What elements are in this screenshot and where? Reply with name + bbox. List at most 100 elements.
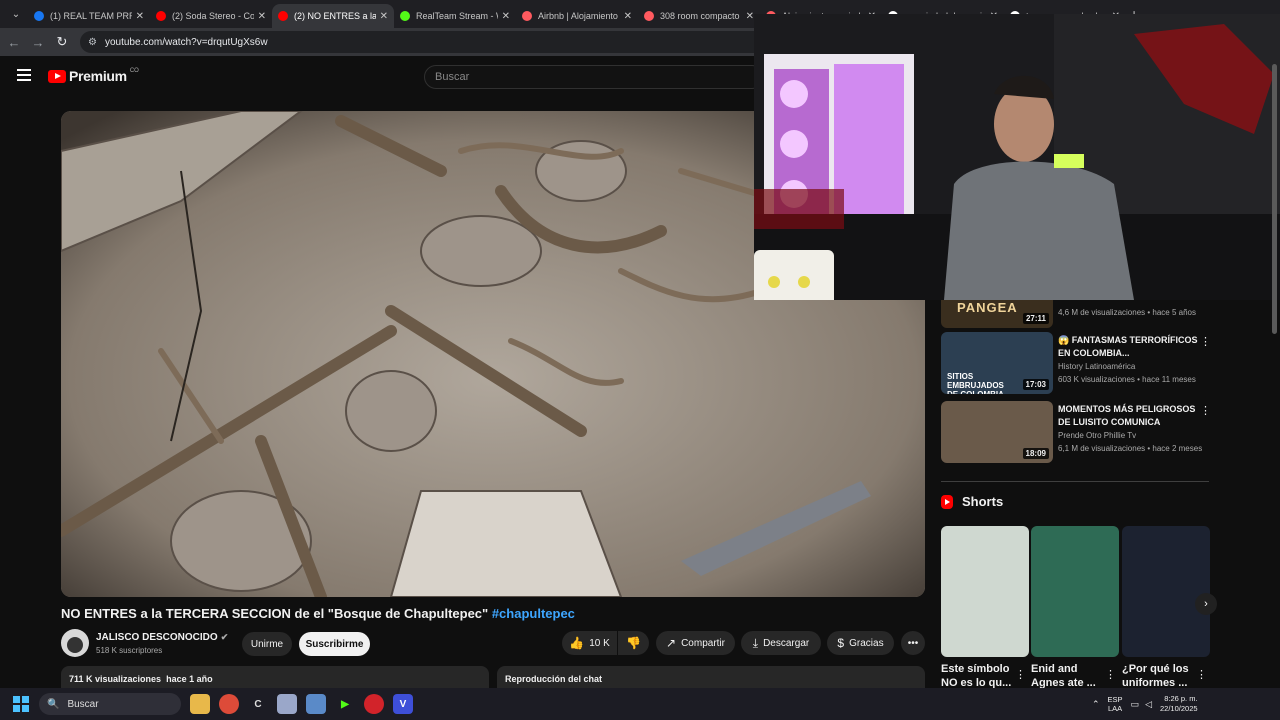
clock[interactable]: 8:26 p. m. 22/10/2025 <box>1160 694 1198 714</box>
url-text: youtube.com/watch?v=drqutUgXs6w <box>104 36 268 48</box>
show-hidden-icons-icon[interactable]: ⌃ <box>1092 699 1100 710</box>
browser-tab[interactable]: (2) Soda Stereo - Cor ✕ <box>150 4 272 28</box>
youtube-play-icon <box>48 69 66 83</box>
more-options-icon[interactable]: ⋮ <box>1200 404 1211 417</box>
tab-search-icon[interactable]: ⌄ <box>4 4 28 24</box>
tab-favicon-icon <box>156 11 166 21</box>
section-divider <box>941 481 1209 482</box>
recommended-meta: 603 K visualizaciones • hace 11 meses <box>1058 375 1196 384</box>
recommended-channel: History Latinoamérica <box>1058 362 1136 371</box>
recommended-title: MOMENTOS MÁS PELIGROSOS DE LUISITO COMUN… <box>1058 404 1196 427</box>
taskbar-search-label: Buscar <box>67 698 99 710</box>
channel-name[interactable]: JALISCO DESCONOCIDO ✔ <box>96 632 228 643</box>
tab-favicon-icon <box>644 11 654 21</box>
recommended-video[interactable]: SITIOS EMBRUJADOS DE COLOMBIA 17:03 😱 FANT… <box>941 332 1211 394</box>
short-more-options-icon[interactable]: ⋮ <box>1196 668 1207 681</box>
recommended-channel: Prende Otro Phillie Tv <box>1058 431 1137 440</box>
video-thumbnail[interactable]: SITIOS EMBRUJADOS DE COLOMBIA 17:03 <box>941 332 1053 394</box>
shorts-icon <box>941 494 953 509</box>
browser-tab[interactable]: Airbnb | Alojamiento ✕ <box>516 4 638 28</box>
video-duration: 18:09 <box>1022 448 1049 459</box>
browser-tab[interactable]: (2) NO ENTRES a la TE ✕ <box>272 4 394 28</box>
more-actions-button[interactable]: ••• <box>901 631 925 655</box>
join-label: Unirme <box>250 638 284 650</box>
scrollbar-thumb[interactable] <box>1272 64 1277 334</box>
recommended-meta: 4,6 M de visualizaciones • hace 5 años <box>1058 308 1196 317</box>
menu-icon[interactable] <box>17 69 31 81</box>
chrome-icon[interactable] <box>219 694 239 714</box>
tab-label: RealTeam Stream - W <box>416 11 498 21</box>
shorts-next-button[interactable]: › <box>1195 593 1217 615</box>
recommended-title: 😱 FANTASMAS TERRORÍFICOS EN COLOMBIA... <box>1058 335 1198 358</box>
back-icon[interactable]: ← <box>2 35 26 50</box>
short-thumbnail[interactable] <box>1122 526 1210 657</box>
system-tray: ⌃ ESP LAA ▭ ◁ 8:26 p. m. 22/10/2025 <box>1092 688 1198 720</box>
tab-close-icon[interactable]: ✕ <box>502 11 510 22</box>
download-icon: ⤓ <box>752 635 759 650</box>
app-c-icon[interactable]: C <box>248 694 268 714</box>
short-title[interactable]: Este símbolo NO es lo qu... <box>941 662 1017 690</box>
thanks-button[interactable]: $ Gracias <box>827 631 894 655</box>
app-window-icon[interactable] <box>277 694 297 714</box>
forward-icon[interactable]: → <box>26 35 50 50</box>
short-thumbnail[interactable] <box>1031 526 1119 657</box>
short-thumbnail[interactable] <box>941 526 1029 657</box>
volume-icon[interactable]: ◁ <box>1145 699 1152 710</box>
video-duration: 27:11 <box>1022 313 1049 324</box>
tab-favicon-icon <box>278 11 288 21</box>
search-input[interactable]: Buscar <box>424 65 764 89</box>
more-options-icon[interactable]: ⋮ <box>1200 335 1211 348</box>
tab-favicon-icon <box>34 11 44 21</box>
calculator-icon[interactable] <box>306 694 326 714</box>
tab-close-icon[interactable]: ✕ <box>258 11 266 22</box>
tab-close-icon[interactable]: ✕ <box>380 11 388 22</box>
page-scrollbar[interactable] <box>1271 56 1278 688</box>
tab-label: (1) REAL TEAM PRRAT <box>50 11 132 21</box>
join-button[interactable]: Unirme <box>242 632 292 656</box>
tab-label: Airbnb | Alojamiento <box>538 11 618 21</box>
share-button[interactable]: ↗ Compartir <box>656 631 735 655</box>
short-more-options-icon[interactable]: ⋮ <box>1105 668 1116 681</box>
browser-tab[interactable]: 308 room compacto ✕ <box>638 4 760 28</box>
recommended-video[interactable]: 18:09 MOMENTOS MÁS PELIGROSOS DE LUISITO … <box>941 401 1211 463</box>
browser-tab[interactable]: RealTeam Stream - W ✕ <box>394 4 516 28</box>
keyboard-layout: LAA <box>1107 704 1123 713</box>
video-thumbnail[interactable]: 18:09 <box>941 401 1053 463</box>
browser-tab[interactable]: (1) REAL TEAM PRRAT ✕ <box>28 4 150 28</box>
taskbar-search-input[interactable]: 🔍 Buscar <box>39 693 181 715</box>
url-field[interactable]: ⚙ youtube.com/watch?v=drqutUgXs6w <box>80 31 780 53</box>
windows-start-icon[interactable] <box>13 696 29 712</box>
dislike-button[interactable]: 👎 <box>618 631 649 655</box>
tab-label: (2) NO ENTRES a la TE <box>294 11 376 21</box>
recording-app-icon[interactable] <box>364 694 384 714</box>
tab-close-icon[interactable]: ✕ <box>746 11 754 22</box>
app-v-icon[interactable]: V <box>393 694 413 714</box>
network-icon[interactable]: ▭ <box>1131 699 1140 710</box>
kick-icon[interactable]: ▶ <box>335 694 355 714</box>
shorts-title: Shorts <box>962 494 1004 509</box>
tab-close-icon[interactable]: ✕ <box>136 11 144 22</box>
thumbs-up-icon: 👍 <box>569 636 585 650</box>
short-more-options-icon[interactable]: ⋮ <box>1015 668 1026 681</box>
channel-avatar[interactable] <box>61 629 89 657</box>
site-info-icon[interactable]: ⚙ <box>88 37 97 48</box>
youtube-premium-logo[interactable]: Premium CO <box>48 68 139 84</box>
video-hashtag-link[interactable]: #chapultepec <box>492 606 575 621</box>
file-explorer-icon[interactable] <box>190 694 210 714</box>
reload-icon[interactable]: ↻ <box>50 34 74 50</box>
windows-taskbar: 🔍 Buscar C ▶ V ⌃ ESP LAA ▭ ◁ 8:26 p. m. … <box>0 688 1280 720</box>
tab-label: 308 room compacto <box>660 11 740 21</box>
language-indicator[interactable]: ESP LAA <box>1108 695 1123 713</box>
download-button[interactable]: ⤓ Descargar <box>741 631 821 655</box>
subscribe-button[interactable]: Suscribirme <box>299 632 370 656</box>
short-title[interactable]: Enid and Agnes ate ... <box>1031 662 1107 690</box>
short-title[interactable]: ¿Por qué los uniformes ... <box>1122 662 1198 690</box>
like-button[interactable]: 👍 10 K <box>562 631 617 655</box>
share-icon: ↗ <box>666 636 677 650</box>
thumbnail-text: PANGEA <box>957 300 1018 315</box>
language-code: ESP <box>1107 695 1123 704</box>
share-label: Compartir <box>681 637 725 649</box>
video-duration: 17:03 <box>1022 379 1049 390</box>
tab-close-icon[interactable]: ✕ <box>624 11 632 22</box>
subscribe-label: Suscribirme <box>305 638 364 650</box>
